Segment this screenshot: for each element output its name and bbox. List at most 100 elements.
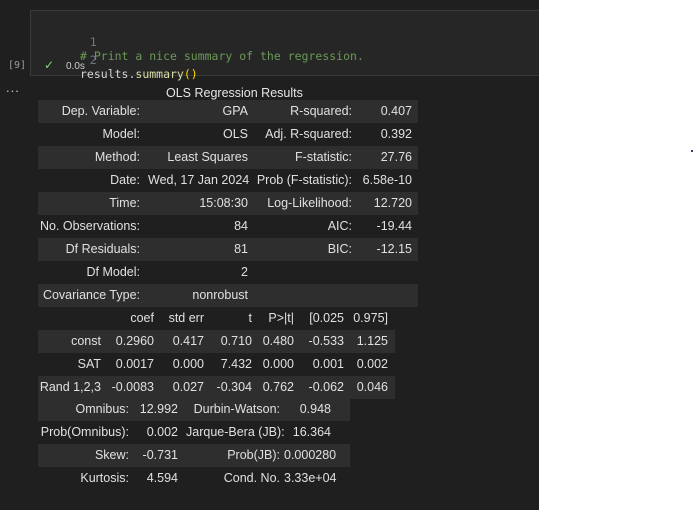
table-cell — [360, 261, 412, 284]
table-cell: Kurtosis: — [80, 471, 129, 485]
table-cell: -0.533 — [308, 334, 344, 348]
table-cell: 0.762 — [262, 380, 294, 394]
table-cell: 0.0017 — [115, 357, 154, 371]
table-cell: Covariance Type: — [42, 288, 140, 302]
table-cell: Omnibus: — [75, 402, 130, 416]
table-cell: 1.125 — [356, 334, 388, 348]
table-cell: coef — [130, 311, 154, 325]
table-cell: -0.304 — [216, 380, 252, 394]
table-cell: 0.948 — [299, 402, 331, 416]
table-cell: Time: — [109, 196, 140, 210]
table-cell: R-squared: — [290, 104, 352, 118]
table-cell — [38, 307, 101, 330]
table-cell: GPA — [222, 104, 248, 118]
table-cell: 2 — [241, 265, 248, 279]
table-cell: [0.025 — [309, 311, 344, 325]
table-cell: 15:08:30 — [199, 196, 248, 210]
code-identifier: results. — [80, 67, 136, 81]
diagnostic-row: Omnibus: 12.992 Durbin-Watson: 0.948 — [38, 398, 350, 421]
table-cell: AIC: — [327, 219, 352, 233]
table-cell: 0.975] — [353, 311, 388, 325]
table-cell — [256, 261, 352, 284]
diagnostic-row: Prob(Omnibus): 0.002 Jarque-Bera (JB): 16.3… — [38, 421, 350, 444]
table-cell: 0.417 — [172, 334, 204, 348]
code-function: summary — [135, 67, 184, 81]
table-cell: Prob(Omnibus): — [40, 425, 129, 439]
diagnostic-row: Kurtosis: 4.594 Cond. No. 3.33e+04 — [38, 467, 350, 490]
table-cell: 0.2960 — [115, 334, 154, 348]
table-cell: 81 — [234, 242, 248, 256]
coef-row: const 0.2960 0.417 0.710 0.480 -0.533 1.125 — [38, 330, 395, 353]
coef-row: Rand 1,2,3 -0.0083 0.027 -0.304 0.762 -0.062 0… — [38, 376, 395, 399]
table-cell: 0.002 — [146, 425, 178, 439]
table-cell: 27.76 — [380, 150, 412, 164]
table-cell: 0.027 — [172, 380, 204, 394]
code-cell-editor[interactable]: 1 # Print a nice summary of the regressi… — [30, 10, 539, 81]
table-cell: 0.710 — [220, 334, 252, 348]
right-pane — [539, 0, 696, 510]
code-comment: # Print a nice summary of the regression… — [80, 49, 364, 63]
table-cell: Skew: — [94, 448, 129, 462]
summary-header-row: Date: Wed, 17 Jan 2024 Prob (F-statistic):… — [38, 169, 418, 192]
table-cell: Df Model: — [86, 265, 141, 279]
table-cell: -12.15 — [376, 242, 412, 256]
line-number: 1 — [89, 35, 97, 49]
table-cell: Prob(JB): — [227, 448, 280, 462]
coef-header-row: coef std err t P>|t| [0.025 0.975] — [38, 307, 395, 330]
summary-header-row: Method: Least Squares F-statistic: 27.76 — [38, 146, 418, 169]
summary-header-row: Time: 15:08:30 Log-Likelihood: 12.720 — [38, 192, 418, 215]
table-cell: 16.364 — [292, 425, 331, 439]
cursor-dot — [691, 150, 693, 152]
table-cell: Durbin-Watson: — [193, 402, 280, 416]
table-cell: Model: — [102, 127, 140, 141]
code-parens: () — [183, 67, 198, 81]
table-cell: 0.000 — [262, 357, 294, 371]
table-cell: -0.062 — [308, 380, 344, 394]
table-cell: nonrobust — [192, 288, 248, 302]
table-cell: Jarque-Bera (JB): — [186, 425, 285, 439]
table-cell: 0.002 — [356, 357, 388, 371]
table-cell: 0.000280 — [284, 448, 337, 462]
summary-header-row: Df Residuals: 81 BIC: -12.15 — [38, 238, 418, 261]
table-cell: -0.0083 — [111, 380, 154, 394]
table-cell: -0.731 — [142, 448, 178, 462]
table-cell: SAT — [77, 357, 101, 371]
table-cell: 84 — [234, 219, 248, 233]
table-cell: Dep. Variable: — [61, 104, 140, 118]
table-cell: P>|t| — [268, 311, 294, 325]
table-cell: 0.392 — [380, 127, 412, 141]
output-menu-button[interactable]: ... — [6, 80, 20, 95]
table-cell: 7.432 — [220, 357, 252, 371]
table-cell: std err — [168, 311, 204, 325]
table-cell: Date: — [110, 173, 140, 187]
summary-header-row: Model: OLS Adj. R-squared: 0.392 — [38, 123, 418, 146]
table-cell: 0.000 — [172, 357, 204, 371]
table-cell: -19.44 — [376, 219, 412, 233]
table-cell: F-statistic: — [295, 150, 352, 164]
table-cell: 0.480 — [262, 334, 294, 348]
table-cell: Least Squares — [167, 150, 248, 164]
table-cell: 0.046 — [356, 380, 388, 394]
table-cell: 3.33e+04 — [284, 471, 337, 485]
table-caption: OLS Regression Results — [166, 86, 303, 100]
table-cell: BIC: — [327, 242, 352, 256]
table-cell: 0.407 — [380, 104, 412, 118]
table-cell: 6.58e-10 — [362, 173, 412, 187]
table-cell — [256, 284, 352, 307]
table-cell: Rand 1,2,3 — [39, 380, 101, 394]
table-cell: Method: — [94, 150, 140, 164]
table-cell — [360, 284, 412, 307]
table-cell: Adj. R-squared: — [265, 127, 352, 141]
table-cell: OLS — [222, 127, 248, 141]
table-cell: Wed, 17 Jan 2024 — [148, 173, 250, 187]
table-cell: 12.992 — [139, 402, 178, 416]
table-cell: Cond. No. — [223, 471, 280, 485]
table-cell: 4.594 — [146, 471, 178, 485]
table-cell: const — [71, 334, 101, 348]
table-cell: 12.720 — [373, 196, 412, 210]
coef-row: SAT 0.0017 0.000 7.432 0.000 0.001 0.002 — [38, 353, 395, 376]
summary-header-row: No. Observations: 84 AIC: -19.44 — [38, 215, 418, 238]
summary-header-row: Df Model: 2 — [38, 261, 418, 284]
table-cell: Log-Likelihood: — [267, 196, 352, 210]
diagnostic-row: Skew: -0.731 Prob(JB): 0.000280 — [38, 444, 350, 467]
